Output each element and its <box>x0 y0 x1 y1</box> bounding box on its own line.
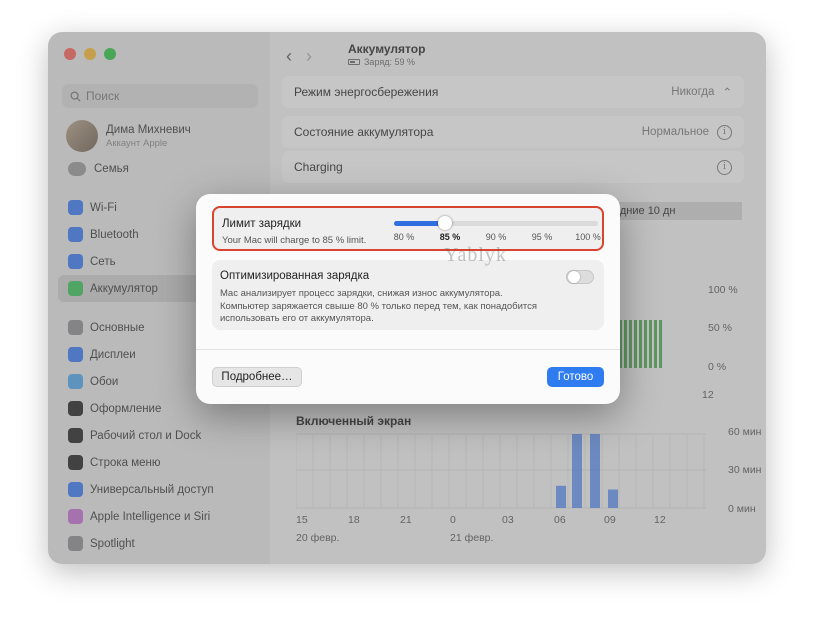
slider-knob[interactable] <box>438 216 452 230</box>
done-button[interactable]: Готово <box>547 367 604 387</box>
charge-limit-subtitle: Your Mac will charge to 85 % limit. <box>222 235 367 246</box>
slider-tick-label: 85 % <box>439 232 461 242</box>
optimized-charging-description: Mac анализирует процесс зарядки, снижая … <box>220 288 538 324</box>
watermark: Yablyk <box>444 244 507 266</box>
charge-limit-card: Лимит зарядки Your Mac will charge to 85… <box>212 206 604 251</box>
charge-limit-slider[interactable] <box>394 216 598 230</box>
charge-limit-title: Лимит зарядки <box>222 218 302 230</box>
optimized-charging-card: Оптимизированная зарядка Mac анализирует… <box>212 260 604 330</box>
optimized-charging-title: Оптимизированная зарядка <box>220 270 370 282</box>
slider-tick-label: 90 % <box>485 232 507 242</box>
slider-tick-label: 95 % <box>531 232 553 242</box>
slider-tick-label: 100 % <box>575 232 601 242</box>
slider-tick-label: 80 % <box>393 232 415 242</box>
dialog-divider <box>196 349 620 350</box>
optimized-charging-toggle[interactable] <box>566 270 594 284</box>
more-info-button[interactable]: Подробнее… <box>212 367 302 387</box>
charging-dialog: Лимит зарядки Your Mac will charge to 85… <box>196 194 620 404</box>
